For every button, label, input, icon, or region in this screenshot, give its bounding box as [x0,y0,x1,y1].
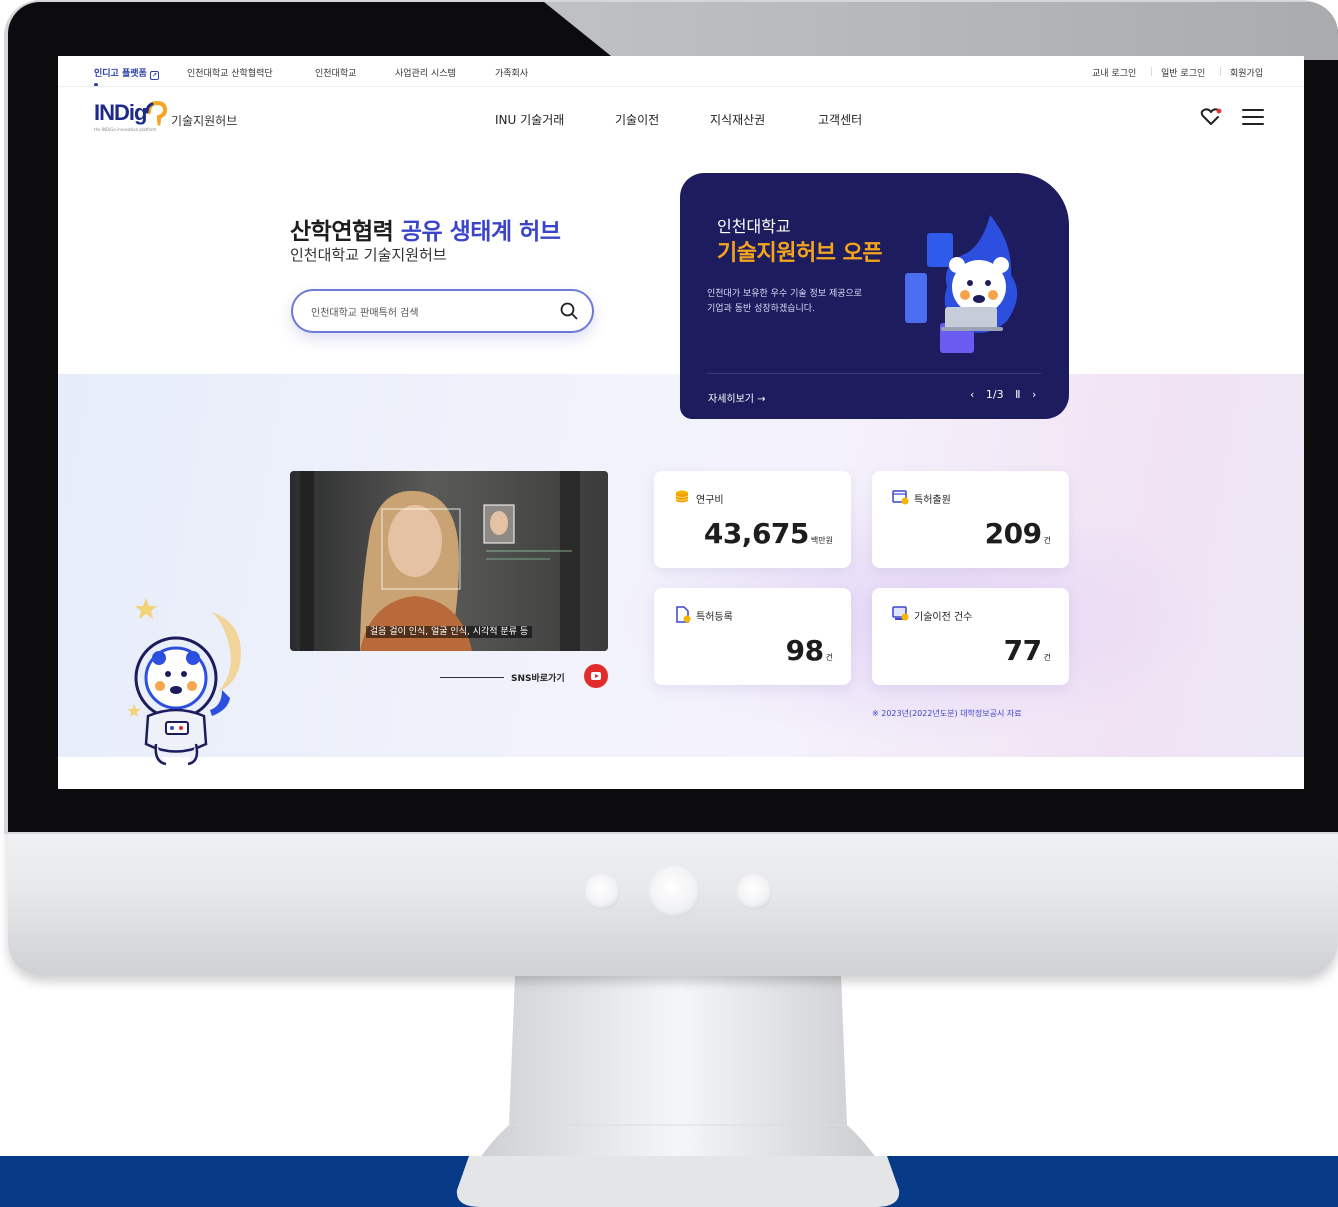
general-login-link[interactable]: 일반 로그인 [1161,66,1205,79]
astronaut-mascot-illustration [127,598,241,766]
chin-dot-right [736,874,772,910]
topbar-divider [58,86,1304,87]
nav-intellectual-property[interactable]: 지식재산권 [710,111,765,128]
external-link-icon: ↗ [149,71,159,80]
promo-video[interactable]: 걸음 걸이 인식, 얼굴 인식, 시각적 분류 등 [290,471,608,651]
divider [1151,67,1152,76]
utility-link-foundation[interactable]: 인천대학교 산학협력단 [187,66,273,79]
stand-base [456,1156,900,1207]
signup-link[interactable]: 회원가입 [1230,66,1263,79]
bezel-glare [544,2,1338,60]
stat-card-research-funds: 연구비 43,675 백만원 [654,471,851,568]
sns-link-label[interactable]: SNS바로가기 [511,671,565,684]
promo-banner[interactable]: 인천대학교 기술지원허브 오픈 인천대가 보유한 우수 기술 정보 제공으로 기… [680,173,1069,419]
patent-filing-icon [892,490,909,505]
banner-description: 인천대가 보유한 우수 기술 정보 제공으로 기업과 동반 성장하겠습니다. [707,289,863,314]
monitor-chin [8,818,1338,976]
nav-tech-trade[interactable]: INU 기술거래 [495,111,564,128]
stat-value: 209 건 [984,517,1051,550]
pause-icon[interactable]: Ⅱ [1015,388,1020,401]
stat-card-tech-transfers: 기술이전 건수 77 건 [872,588,1069,685]
stat-value: 43,675 백만원 [703,517,833,550]
staff-login-link[interactable]: 교내 로그인 [1092,66,1136,79]
stat-value: 98 건 [785,634,833,667]
nav-customer-center[interactable]: 고객센터 [818,111,862,128]
logo-tagline: the INDiGo innovation platform [94,127,157,132]
utility-link-business-system[interactable]: 사업관리 시스템 [395,66,456,79]
favorites-heart-icon[interactable] [1200,107,1222,127]
patent-registration-icon [676,606,691,623]
utility-bar: 인디고 플랫폼 ↗ 인천대학교 산학협력단 인천대학교 사업관리 시스템 가족회사… [58,56,1304,86]
monitor-mockup: 인디고 플랫폼 ↗ 인천대학교 산학협력단 인천대학교 사업관리 시스템 가족회사… [0,0,1338,1207]
hamburger-menu-icon[interactable] [1242,109,1264,125]
pager-count: 1/3 [985,388,1004,401]
stat-label: 기술이전 건수 [914,612,973,623]
tech-transfer-icon [892,606,909,621]
stat-label: 특허등록 [696,612,733,623]
banner-title: 기술지원허브 오픈 [717,241,883,266]
stat-value: 77 건 [1003,634,1051,667]
banner-divider [707,373,1041,374]
coin-stack-icon [675,490,689,503]
sns-divider-line [440,677,504,678]
search-placeholder: 인천대학교 판매특허 검색 [311,308,419,319]
patent-search-input[interactable]: 인천대학교 판매특허 검색 [291,289,594,333]
prev-arrow-icon[interactable]: ‹ [970,388,974,401]
youtube-icon[interactable] [584,664,608,688]
nav-tech-transfer[interactable]: 기술이전 [615,111,659,128]
website-screen: 인디고 플랫폼 ↗ 인천대학교 산학협력단 인천대학교 사업관리 시스템 가족회사… [58,56,1304,789]
hero-title: 산학연협력 공유 생태계 허브 [290,219,561,245]
divider [1220,67,1221,76]
banner-pager: ‹ 1/3 Ⅱ › [966,388,1040,401]
logo-wordmark: INDig [94,100,147,125]
stat-label: 연구비 [696,495,724,506]
stat-card-patent-registrations: 특허등록 98 건 [654,588,851,685]
banner-more-link[interactable]: 자세히보기 → [708,390,766,405]
utility-link-university[interactable]: 인천대학교 [315,66,356,79]
next-arrow-icon[interactable]: › [1032,388,1036,401]
utility-link-family-company[interactable]: 가족회사 [495,66,528,79]
site-logo[interactable]: INDig the INDiGo innovation platform [94,100,170,136]
banner-eyebrow: 인천대학교 [717,217,791,236]
logo-question-mark-icon [145,100,168,126]
hero-subtitle: 인천대학교 기술지원허브 [290,246,447,264]
chin-dot-center [648,866,700,918]
stat-label: 특허출원 [914,495,951,506]
data-source-note: ※ 2023년(2022년도분) 대학정보공시 자료 [872,709,1022,718]
brand-name: 기술지원허브 [171,114,238,128]
stat-card-patent-applications: 특허출원 209 건 [872,471,1069,568]
search-icon[interactable] [560,302,578,320]
platform-link[interactable]: 인디고 플랫폼 ↗ [94,66,159,80]
video-caption: 걸음 걸이 인식, 얼굴 인식, 시각적 분류 등 [290,624,608,638]
chin-dot-left [584,874,620,910]
mascot-illustration [905,215,1018,353]
